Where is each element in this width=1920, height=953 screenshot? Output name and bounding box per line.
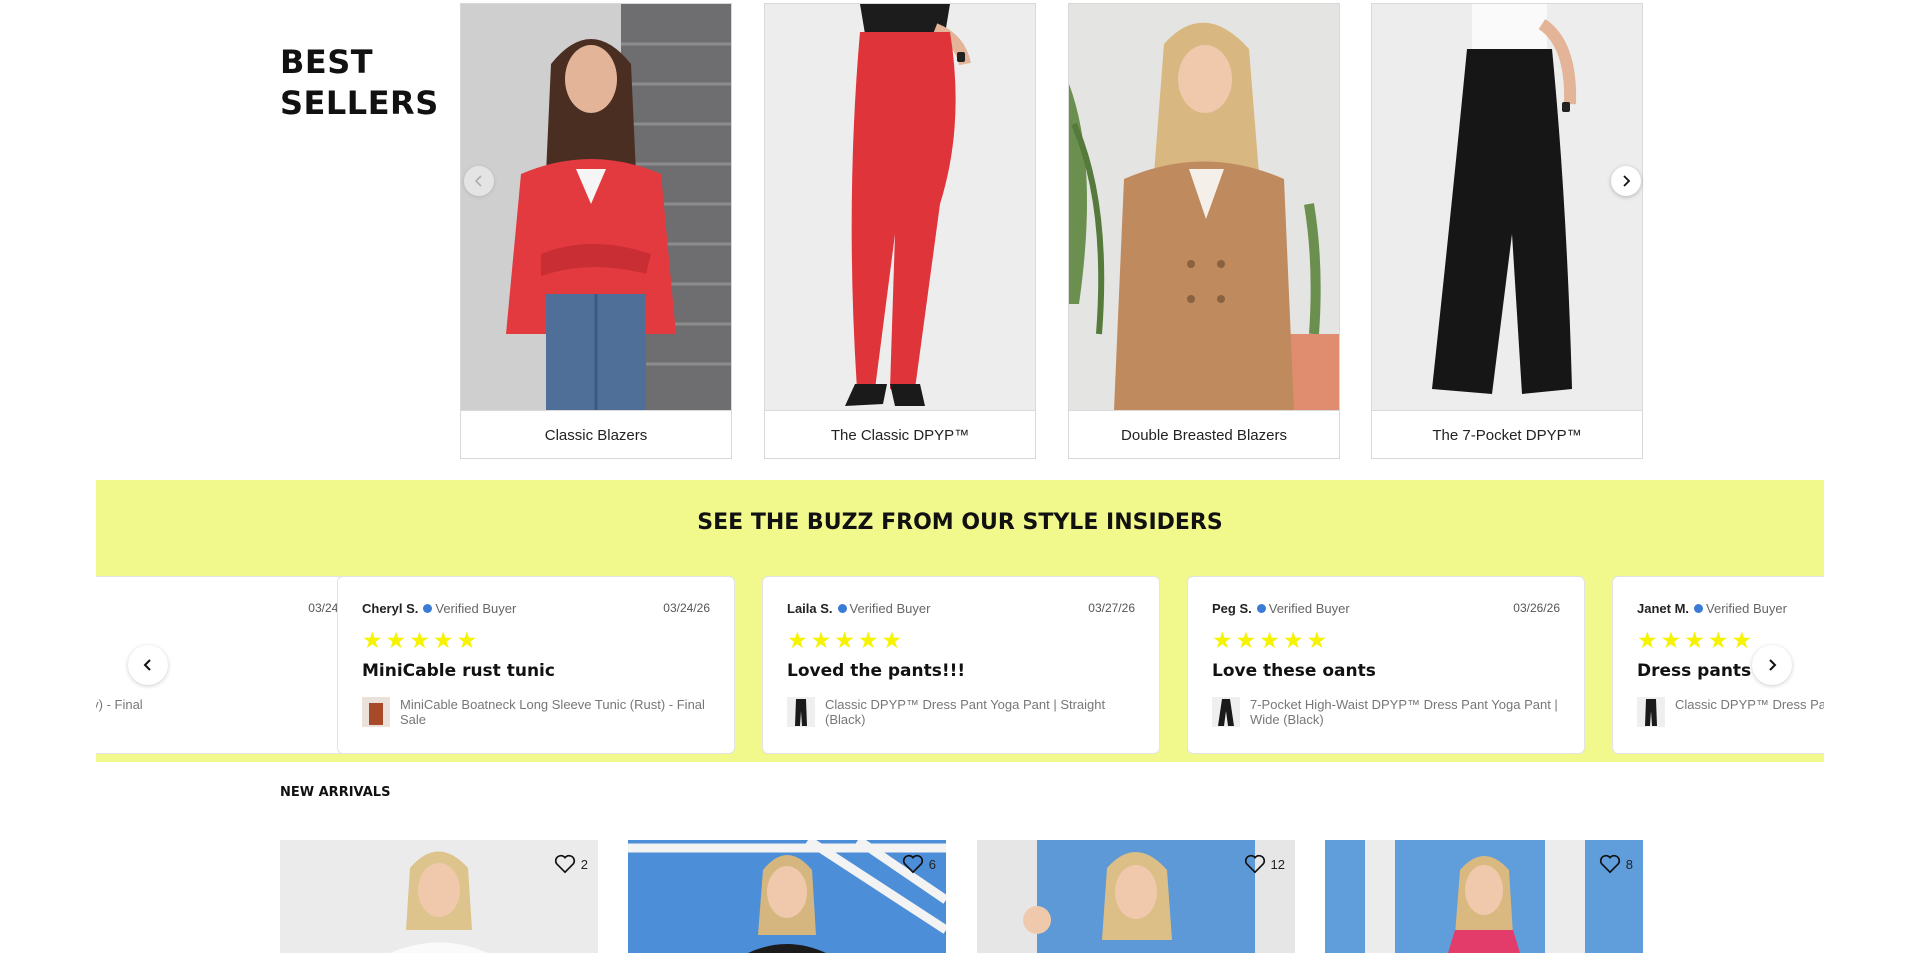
product-card[interactable]: Double Breasted Blazers: [1068, 3, 1340, 459]
product-card[interactable]: The Classic DPYP™: [764, 3, 1036, 459]
verified-check-icon: [423, 604, 433, 613]
verified-check-icon: [837, 604, 847, 613]
product-name[interactable]: The 7-Pocket DPYP™: [1372, 410, 1642, 459]
product-image[interactable]: [1325, 840, 1643, 953]
review-product[interactable]: 7-Pocket High-Waist DPYP™ Dress Pant Yog…: [1212, 697, 1562, 727]
new-arrival-card[interactable]: 2: [280, 840, 598, 953]
star-rating: ★★★★★: [1212, 627, 1331, 653]
reviewer: Janet M. Verified Buyer: [1637, 601, 1787, 616]
chevron-right-icon: [1623, 175, 1631, 187]
product-thumbnail[interactable]: [1637, 697, 1665, 727]
star-rating: ★★★★★: [787, 627, 906, 653]
chevron-right-icon: [1769, 659, 1777, 671]
chevron-left-icon: [474, 175, 482, 187]
product-thumbnail[interactable]: [1212, 697, 1240, 727]
review-date: 03/27/26: [1088, 601, 1135, 615]
review-product[interactable]: Classic DPYP™ Dress Pan (Black): [1637, 697, 1824, 727]
product-image[interactable]: [1372, 4, 1642, 410]
like-count: 12: [1270, 856, 1285, 872]
product-name[interactable]: Classic Blazers: [461, 410, 731, 459]
best-sellers-title-line2: SELLERS: [280, 84, 439, 122]
verified-check-icon: [1256, 604, 1266, 613]
review-date: 03/26/26: [1513, 601, 1560, 615]
product-image[interactable]: [1069, 4, 1339, 410]
new-arrival-card[interactable]: 12: [977, 840, 1295, 953]
verified-label: Verified Buyer: [1706, 601, 1787, 616]
reviewer-name: Laila S.: [787, 601, 833, 616]
like-count: 6: [928, 856, 936, 872]
reviewer-name: Cheryl S.: [362, 601, 419, 616]
wishlist-button[interactable]: 2: [554, 854, 588, 874]
reviews-prev-button[interactable]: [128, 645, 168, 685]
wishlist-button[interactable]: 12: [1244, 854, 1285, 874]
product-thumbnail[interactable]: [787, 697, 815, 727]
product-image[interactable]: [280, 840, 598, 953]
best-sellers-title: BEST SELLERS: [280, 42, 439, 124]
product-image[interactable]: [461, 4, 731, 410]
product-image[interactable]: [765, 4, 1035, 410]
wishlist-button[interactable]: 6: [902, 854, 936, 874]
product-image[interactable]: [628, 840, 946, 953]
product-thumbnail[interactable]: [362, 697, 390, 727]
review-product-name[interactable]: Classic DPYP™ Dress Pant Yoga Pant | Str…: [825, 697, 1137, 727]
product-card[interactable]: The 7-Pocket DPYP™: [1371, 3, 1643, 459]
review-product[interactable]: MiniCable Boatneck Long Sleeve Tunic (Ru…: [362, 697, 712, 727]
star-rating: ★★★★★: [1637, 627, 1756, 653]
wishlist-button[interactable]: 8: [1599, 854, 1633, 874]
review-card[interactable]: Cheryl S. Verified Buyer 03/24/26 ★★★★★ M…: [337, 576, 735, 754]
new-arrival-card[interactable]: 6: [628, 840, 946, 953]
review-headline: Dress pants: [1637, 661, 1752, 681]
like-count: 8: [1625, 856, 1633, 872]
heart-icon: [554, 854, 575, 874]
review-card[interactable]: Laila S. Verified Buyer 03/27/26 ★★★★★ Lo…: [762, 576, 1160, 754]
review-product-name[interactable]: Classic DPYP™ Dress Pan (Black): [1675, 697, 1824, 712]
verified-label: Verified Buyer: [435, 601, 517, 616]
review-product-name[interactable]: 7-Pocket High-Waist DPYP™ Dress Pant Yog…: [1250, 697, 1562, 727]
reviewer-name: Peg S.: [1212, 601, 1252, 616]
reviews-section: SEE THE BUZZ FROM OUR STYLE INSIDERS . 0…: [96, 480, 1824, 762]
review-headline: MiniCable rust tunic: [362, 661, 555, 681]
heart-icon: [1244, 854, 1265, 874]
review-product[interactable]: Classic DPYP™ Dress Pant Yoga Pant | Str…: [787, 697, 1137, 727]
verified-check-icon: [1694, 604, 1704, 613]
review-product[interactable]: otcut Legging (Navy) - Final: [96, 697, 333, 712]
verified-label: Verified Buyer: [1268, 601, 1350, 616]
review-card[interactable]: Janet M. Verified Buyer ★★★★★ Dress pants…: [1612, 576, 1824, 754]
review-product-name[interactable]: otcut Legging (Navy) - Final: [96, 697, 143, 712]
product-name[interactable]: Double Breasted Blazers: [1069, 410, 1339, 459]
review-headline: Love these oants: [1212, 661, 1376, 681]
review-headline: Loved the pants!!!: [787, 661, 966, 681]
chevron-left-icon: [143, 659, 151, 671]
review-card[interactable]: Peg S. Verified Buyer 03/26/26 ★★★★★ Love…: [1187, 576, 1585, 754]
best-sellers-title-line1: BEST: [280, 43, 374, 81]
reviewer: Laila S. Verified Buyer: [787, 601, 930, 616]
reviewer: Cheryl S. Verified Buyer: [362, 601, 516, 616]
reviewer: Peg S. Verified Buyer: [1212, 601, 1350, 616]
heart-icon: [902, 854, 923, 874]
new-arrival-card[interactable]: 8: [1325, 840, 1643, 953]
new-arrivals-title: NEW ARRIVALS: [280, 785, 391, 800]
heart-icon: [1599, 854, 1620, 874]
review-date: 03/24/26: [663, 601, 710, 615]
product-name[interactable]: The Classic DPYP™: [765, 410, 1035, 459]
star-rating: ★★★★★: [362, 627, 481, 653]
like-count: 2: [580, 856, 588, 872]
reviews-title: SEE THE BUZZ FROM OUR STYLE INSIDERS: [697, 510, 1223, 535]
carousel-prev-button[interactable]: [464, 166, 494, 196]
review-product-name[interactable]: MiniCable Boatneck Long Sleeve Tunic (Ru…: [400, 697, 712, 727]
carousel-next-button[interactable]: [1611, 166, 1641, 196]
reviews-next-button[interactable]: [1752, 645, 1792, 685]
reviewer-name: Janet M.: [1637, 601, 1690, 616]
product-card[interactable]: Classic Blazers: [460, 3, 732, 459]
verified-label: Verified Buyer: [849, 601, 931, 616]
